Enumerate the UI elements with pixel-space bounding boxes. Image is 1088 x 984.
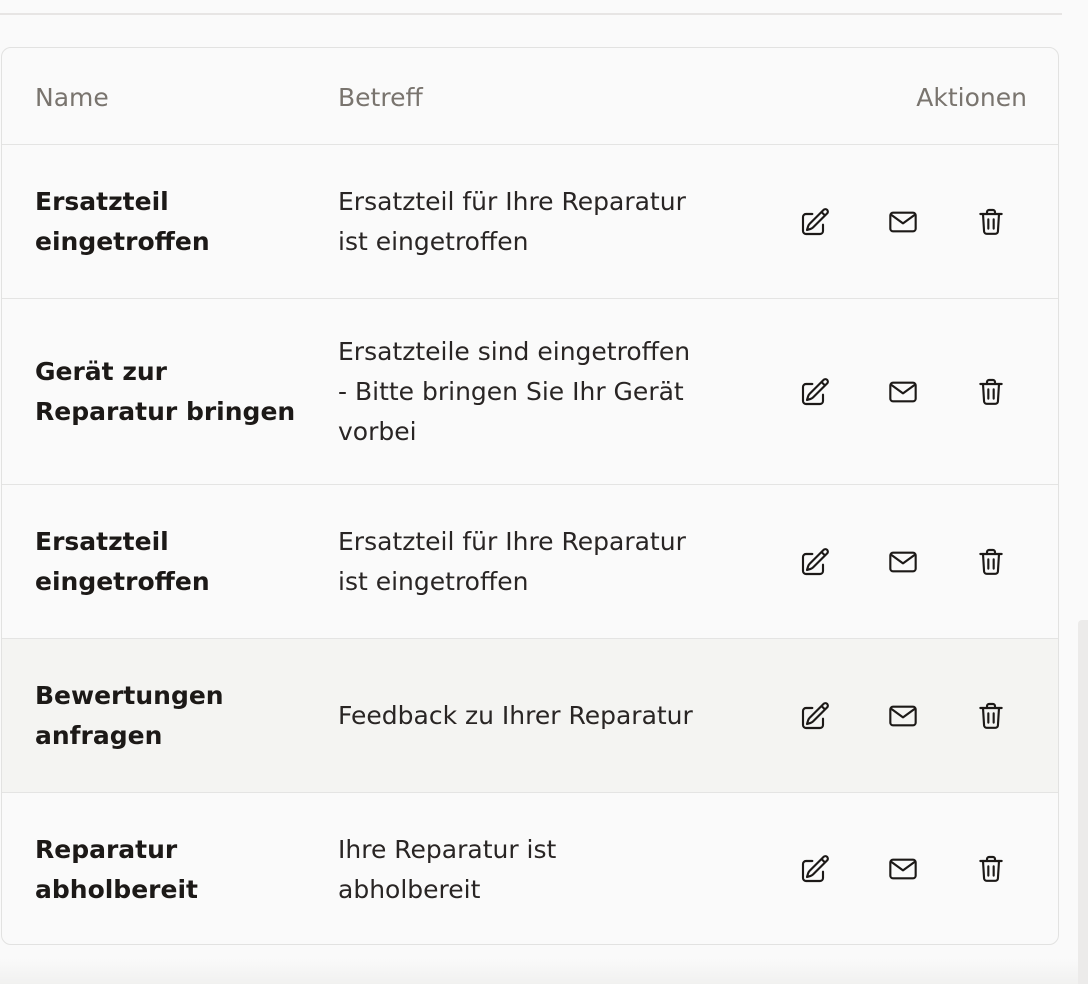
column-header-name: Name (35, 83, 109, 112)
row-subject-line: ist eingetroffen (338, 567, 529, 596)
row-name-line: eingetroffen (35, 227, 210, 256)
row-subject-line: Ersatzteil für Ihre Reparatur (338, 187, 686, 216)
row-name: Ersatzteil eingetroffen (35, 522, 300, 602)
pencil-square-icon (801, 207, 829, 235)
row-actions (793, 370, 1013, 414)
row-name-line: eingetroffen (35, 567, 210, 596)
edit-button[interactable] (793, 370, 837, 414)
row-subject: Ersatzteil für Ihre Reparatur ist einget… (338, 522, 718, 602)
delete-button[interactable] (969, 847, 1013, 891)
table-row: Reparatur abholbereit Ihre Reparatur ist… (2, 793, 1058, 944)
row-actions (793, 200, 1013, 244)
row-subject-line: Feedback zu Ihrer Reparatur (338, 701, 693, 730)
send-email-button[interactable] (881, 694, 925, 738)
edit-button[interactable] (793, 847, 837, 891)
trash-icon (979, 702, 1003, 729)
table-header: Name Betreff Aktionen (2, 48, 1058, 145)
envelope-icon (889, 381, 917, 402)
row-name-line: abholbereit (35, 875, 198, 904)
row-subject-line: ist eingetroffen (338, 227, 529, 256)
row-subject: Feedback zu Ihrer Reparatur (338, 696, 718, 736)
row-name-line: Reparatur bringen (35, 397, 296, 426)
row-subject-line: Ersatzteile sind eingetroffen (338, 337, 691, 366)
row-actions (793, 694, 1013, 738)
scrollbar[interactable] (1078, 620, 1088, 984)
row-actions (793, 540, 1013, 584)
edit-button[interactable] (793, 200, 837, 244)
row-name: Ersatzteil eingetroffen (35, 182, 300, 262)
pencil-square-icon (801, 855, 829, 883)
row-subject: Ersatzteil für Ihre Reparatur ist einget… (338, 182, 718, 262)
row-actions (793, 847, 1013, 891)
row-name-line: Ersatzteil (35, 187, 169, 216)
send-email-button[interactable] (881, 200, 925, 244)
trash-icon (979, 378, 1003, 405)
row-name: Reparatur abholbereit (35, 830, 300, 910)
table-row: Ersatzteil eingetroffen Ersatzteil für I… (2, 485, 1058, 639)
envelope-icon (889, 858, 917, 880)
column-header-subject: Betreff (338, 83, 423, 112)
table-row: Ersatzteil eingetroffen Ersatzteil für I… (2, 145, 1058, 299)
row-name-line: Bewertungen (35, 681, 224, 710)
column-header-actions: Aktionen (916, 83, 1027, 112)
edit-button[interactable] (793, 540, 837, 584)
envelope-icon (889, 211, 917, 232)
row-name-line: Ersatzteil (35, 527, 169, 556)
bottom-shade (0, 958, 1078, 984)
edit-button[interactable] (793, 694, 837, 738)
row-subject-line: abholbereit (338, 875, 481, 904)
delete-button[interactable] (969, 370, 1013, 414)
row-subject: Ersatzteile sind eingetroffen - Bitte br… (338, 332, 718, 452)
table-row: Gerät zur Reparatur bringen Ersatzteile … (2, 299, 1058, 485)
trash-icon (979, 208, 1003, 235)
templates-table: Name Betreff Aktionen Ersatzteil eingetr… (1, 47, 1059, 945)
delete-button[interactable] (969, 694, 1013, 738)
row-name: Gerät zur Reparatur bringen (35, 352, 300, 432)
row-subject: Ihre Reparatur ist abholbereit (338, 830, 718, 910)
row-name-line: Gerät zur (35, 357, 168, 386)
delete-button[interactable] (969, 540, 1013, 584)
send-email-button[interactable] (881, 370, 925, 414)
delete-button[interactable] (969, 200, 1013, 244)
trash-icon (979, 548, 1003, 575)
row-name: Bewertungen anfragen (35, 676, 300, 756)
row-name-line: Reparatur (35, 835, 178, 864)
pencil-square-icon (801, 377, 829, 405)
row-subject-line: - Bitte bringen Sie Ihr Gerät (338, 377, 684, 406)
row-name-line: anfragen (35, 721, 163, 750)
trash-icon (979, 855, 1003, 882)
row-subject-line: vorbei (338, 417, 417, 446)
pencil-square-icon (801, 547, 829, 575)
send-email-button[interactable] (881, 847, 925, 891)
pencil-square-icon (801, 701, 829, 729)
table-row: Bewertungen anfragen Feedback zu Ihrer R… (2, 639, 1058, 793)
top-divider (0, 13, 1062, 15)
row-subject-line: Ihre Reparatur ist (338, 835, 557, 864)
send-email-button[interactable] (881, 540, 925, 584)
row-subject-line: Ersatzteil für Ihre Reparatur (338, 527, 686, 556)
envelope-icon (889, 705, 917, 726)
envelope-icon (889, 551, 917, 572)
